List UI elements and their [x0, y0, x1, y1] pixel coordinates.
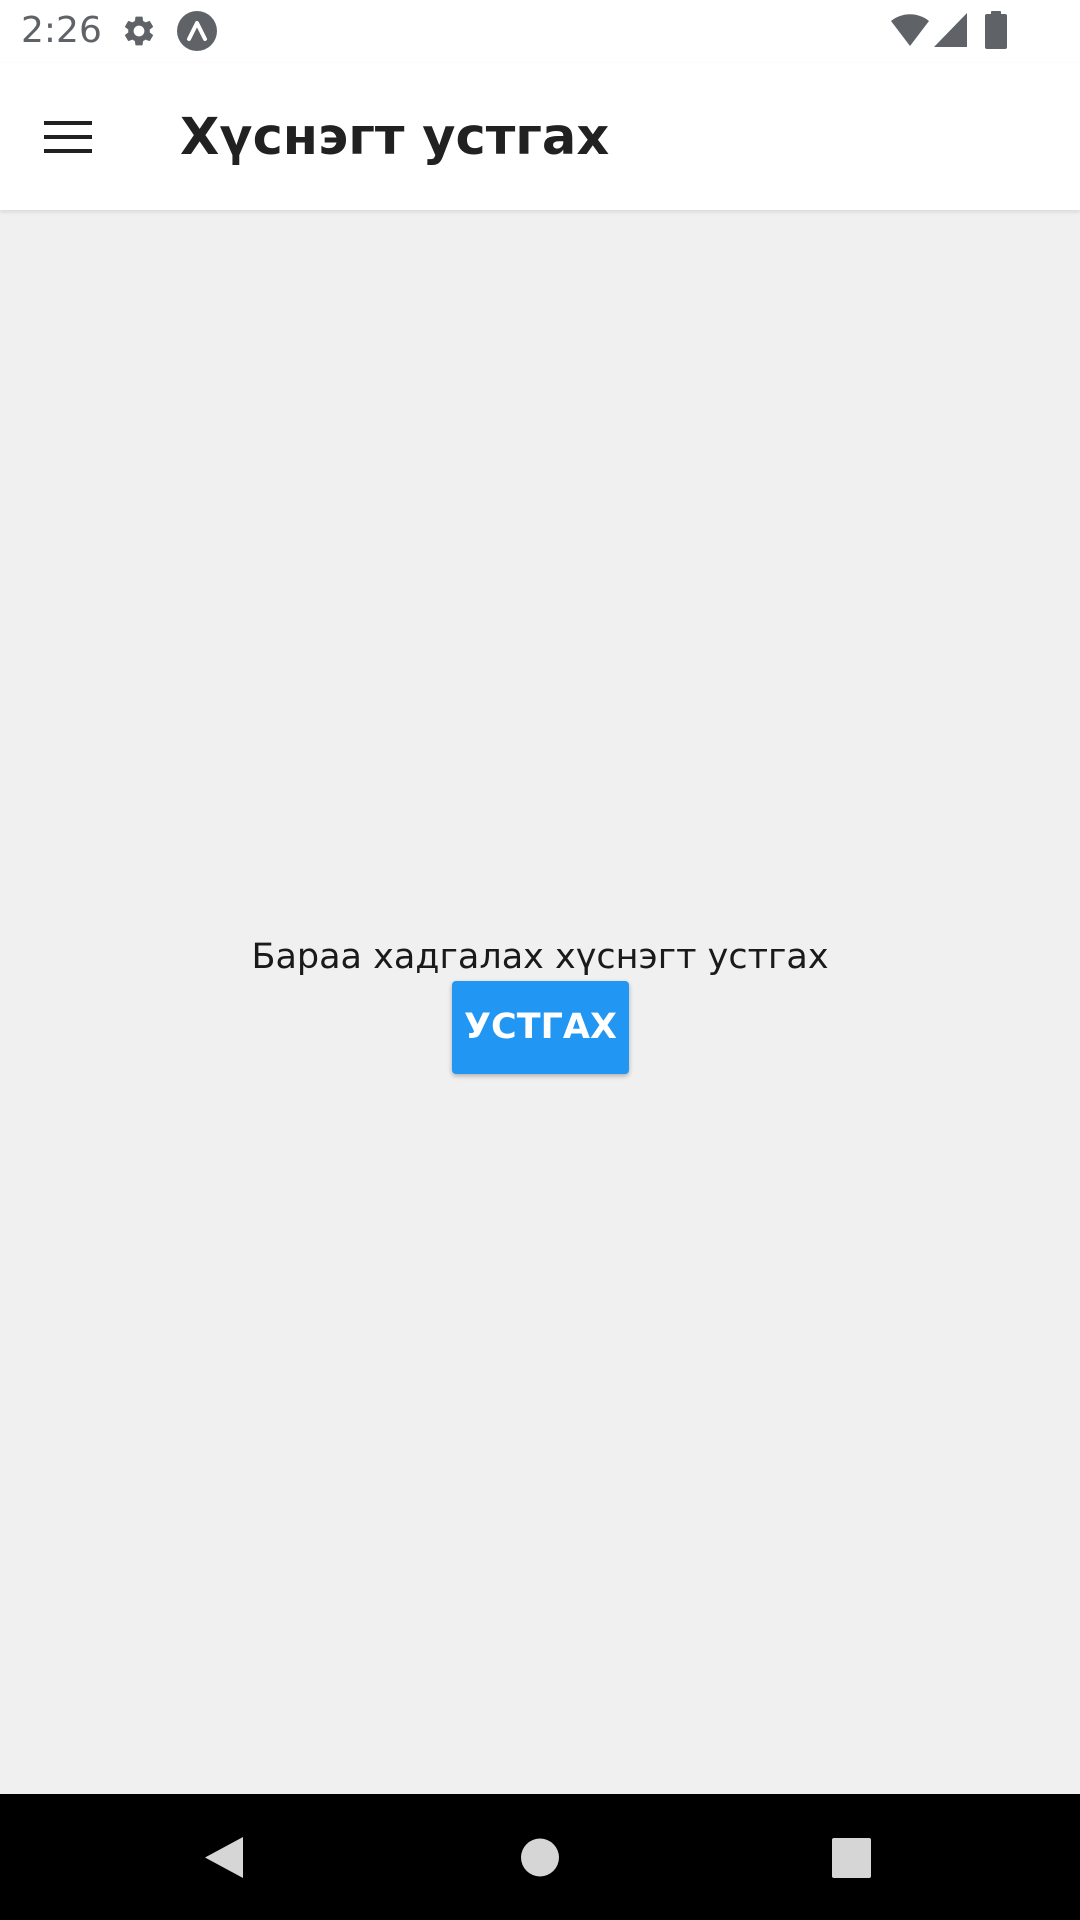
app-notification-icon [177, 11, 217, 51]
battery-icon [985, 11, 1007, 49]
main-content: Бараа хадгалах хүснэгт устгах УСТГАХ [0, 210, 1080, 1794]
delete-button[interactable]: УСТГАХ [452, 981, 629, 1074]
navigation-bar [0, 1794, 1080, 1920]
page-title: Хүснэгт устгах [180, 108, 610, 167]
back-icon[interactable] [180, 1812, 270, 1902]
screen: 2:26 Хүснэгт устгах Бараа хадгалах хүснэ… [0, 0, 1080, 1920]
recent-apps-icon[interactable] [806, 1812, 896, 1902]
hamburger-menu-icon [44, 121, 92, 153]
menu-button[interactable] [24, 92, 114, 182]
delete-table-message: Бараа хадгалах хүснэгт устгах [251, 937, 829, 977]
status-bar: 2:26 [0, 0, 1080, 63]
signal-icon [934, 13, 967, 47]
settings-icon [124, 16, 154, 46]
home-icon[interactable] [495, 1812, 585, 1902]
app-bar: Хүснэгт устгах [0, 63, 1080, 210]
status-time: 2:26 [21, 10, 102, 51]
wifi-icon [891, 14, 929, 46]
